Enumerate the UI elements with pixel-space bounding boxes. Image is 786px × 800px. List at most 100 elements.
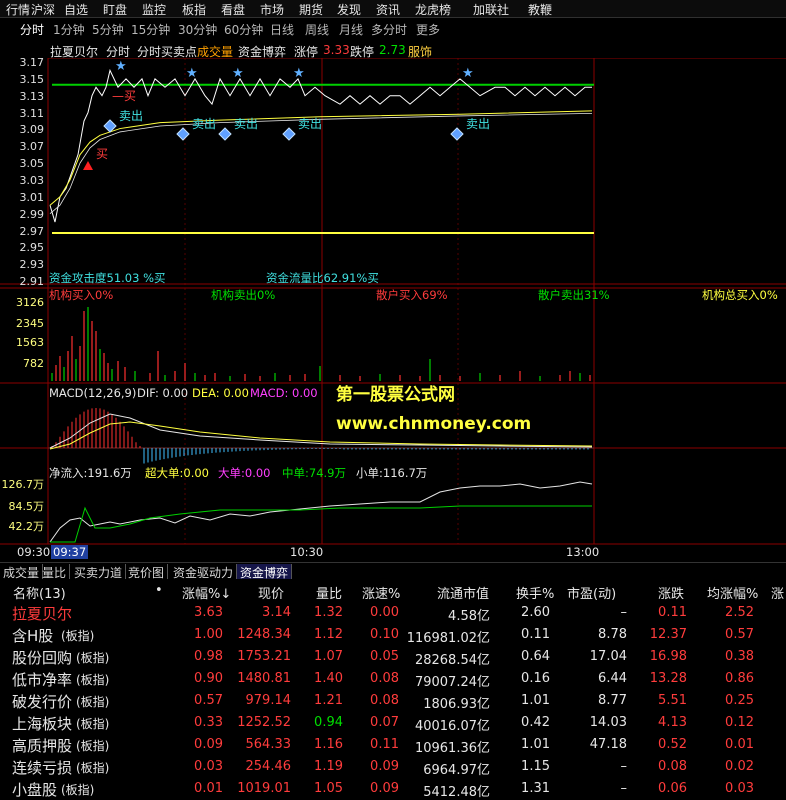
- menu-item-4[interactable]: 监控: [142, 1, 166, 18]
- table-cell-cap: 116981.02亿: [406, 631, 490, 646]
- period-tab-1[interactable]: 1分钟: [53, 21, 85, 38]
- table-cell-turn: 1.31: [521, 781, 550, 796]
- menu-item-0[interactable]: 行情: [6, 1, 30, 18]
- table-cell-turn: 2.60: [521, 605, 550, 620]
- netflow-tick-2: 42.2万: [8, 520, 45, 533]
- price-tick-13: 2.91: [19, 275, 45, 289]
- table-cell-pe: 8.77: [598, 693, 627, 708]
- price-tick-6: 3.05: [19, 157, 45, 171]
- period-tab-9[interactable]: 多分时: [371, 21, 407, 38]
- flow-stat-3: 散户卖出31%: [538, 288, 610, 302]
- table-header-0[interactable]: 名称(13): [13, 583, 66, 602]
- price-tick-12: 2.93: [19, 258, 45, 272]
- indicator-tab-bar: 成交量 量比 买卖力道 竞价图 资金驱动力 资金博弈: [0, 562, 786, 580]
- indicator-tab-0[interactable]: 成交量: [0, 564, 44, 580]
- table-row[interactable]: 拉夏贝尔 3.63 3.14 1.32 0.00 4.58亿 2.60 – 0.11 2.52: [0, 602, 786, 624]
- menu-item-5[interactable]: 板指: [182, 1, 206, 18]
- indicator-tab-1[interactable]: 量比: [39, 564, 71, 580]
- macd-value: MACD: 0.00: [250, 386, 318, 400]
- period-tab-7[interactable]: 周线: [305, 21, 329, 38]
- menu-item-12[interactable]: 加联社: [473, 1, 509, 18]
- table-header-5[interactable]: 涨速%: [362, 583, 400, 602]
- menu-item-8[interactable]: 期货: [299, 1, 323, 18]
- menu-item-1[interactable]: 沪深: [31, 1, 55, 18]
- svg-text:买: 买: [96, 147, 108, 161]
- time-label-start: 09:30: [17, 545, 51, 559]
- table-cell-turn: 0.11: [521, 627, 550, 642]
- time-cursor-label: 09:37: [51, 545, 89, 559]
- table-row[interactable]: 股份回购 (板指) 0.98 1753.21 1.07 0.05 28268.54亿 0.64…: [0, 646, 786, 668]
- netflow-super: 超大单:0.00: [145, 466, 209, 480]
- table-cell-speed: 0.07: [370, 715, 399, 730]
- table-cell-cap: 10961.36亿: [414, 741, 490, 756]
- table-cell-avg: 0.03: [725, 781, 754, 796]
- menu-item-2[interactable]: 自选: [64, 1, 88, 18]
- period-tab-5[interactable]: 60分钟: [224, 21, 263, 38]
- menu-item-7[interactable]: 市场: [260, 1, 284, 18]
- macd-dif: DIF: 0.00: [137, 386, 189, 400]
- price-tick-4: 3.09: [19, 123, 45, 137]
- menu-item-6[interactable]: 看盘: [221, 1, 245, 18]
- sell-star-1: ★: [186, 66, 198, 81]
- table-cell-chg: 0.90: [194, 671, 223, 686]
- table-header-1[interactable]: •: [155, 583, 163, 598]
- table-cell-cap: 40016.07亿: [414, 719, 490, 734]
- table-header-2[interactable]: 涨幅%↓: [182, 583, 231, 602]
- table-row[interactable]: 连续亏损 (板指) 0.03 254.46 1.19 0.09 6964.97亿 1.15 – 0…: [0, 756, 786, 778]
- period-tab-6[interactable]: 日线: [270, 21, 294, 38]
- table-cell-vr: 1.12: [314, 627, 343, 642]
- period-tab-2[interactable]: 5分钟: [92, 21, 124, 38]
- table-cell-chg: 0.98: [194, 649, 223, 664]
- table-cell-chg: 0.09: [194, 737, 223, 752]
- indicator-tab-4[interactable]: 资金驱动力: [170, 564, 238, 580]
- menu-item-11[interactable]: 龙虎榜: [415, 1, 451, 18]
- table-cell-pe: –: [620, 781, 628, 796]
- indicator-tab-2[interactable]: 买卖力道: [71, 564, 127, 580]
- price-tick-3: 3.11: [19, 106, 45, 120]
- period-tab-8[interactable]: 月线: [339, 21, 363, 38]
- buy-signal-1: —买: [112, 89, 136, 103]
- table-cell-speed: 0.00: [370, 605, 399, 620]
- table-cell-diff: 0.52: [658, 737, 687, 752]
- table-row[interactable]: 上海板块 (板指) 0.33 1252.52 0.94 0.07 40016.07亿 0.42…: [0, 712, 786, 734]
- table-header-7[interactable]: 换手%: [516, 583, 554, 602]
- table-header-9[interactable]: 涨跌: [658, 583, 684, 602]
- table-row[interactable]: 低市净率 (板指) 0.90 1480.81 1.40 0.08 79007.24亿 0.16…: [0, 668, 786, 690]
- netflow-mid: 中单:74.9万: [282, 466, 346, 480]
- table-header-8[interactable]: 市盈(动): [567, 583, 616, 602]
- netflow-total: 净流入:191.6万: [49, 466, 132, 480]
- table-cell-pe: 8.78: [598, 627, 627, 642]
- table-cell-speed: 0.09: [370, 781, 399, 796]
- table-header-11[interactable]: 涨: [771, 583, 784, 602]
- table-cell-tag: (板指): [76, 651, 110, 665]
- period-tab-0[interactable]: 分时: [20, 21, 44, 38]
- table-cell-price: 254.46: [245, 759, 292, 774]
- table-cell-avg: 0.12: [725, 715, 754, 730]
- volume-tick-0: 3126: [16, 296, 44, 309]
- menu-item-3[interactable]: 盯盘: [103, 1, 127, 18]
- table-cell-speed: 0.08: [370, 671, 399, 686]
- table-header-6[interactable]: 流通市值: [437, 583, 489, 602]
- period-tab-4[interactable]: 30分钟: [178, 21, 217, 38]
- table-cell-cap: 4.58亿: [448, 609, 490, 624]
- table-row[interactable]: 高质押股 (板指) 0.09 564.33 1.16 0.11 10961.36亿 1.01 4…: [0, 734, 786, 756]
- table-row[interactable]: 小盘股 (板指) 0.01 1019.01 1.05 0.09 5412.48亿 1.31–0…: [0, 778, 786, 800]
- intraday-chart[interactable]: 卖出卖出 卖出 卖出 卖出★ ★ ★ ★ ★买—买: [0, 58, 786, 562]
- table-cell-avg: 0.01: [725, 737, 754, 752]
- table-header-10[interactable]: 均涨幅%: [707, 583, 758, 602]
- table-cell-price: 1753.21: [237, 649, 291, 664]
- period-tab-10[interactable]: 更多: [416, 21, 440, 38]
- netflow-small-line: [49, 481, 593, 543]
- indicator-tab-3[interactable]: 竞价图: [125, 564, 169, 580]
- menu-item-9[interactable]: 发现: [337, 1, 361, 18]
- menu-item-13[interactable]: 教鞭: [528, 1, 552, 18]
- table-row[interactable]: 破发行价 (板指) 0.57 979.14 1.21 0.08 1806.93亿 1.01 8.…: [0, 690, 786, 712]
- period-tab-3[interactable]: 15分钟: [131, 21, 170, 38]
- table-row[interactable]: 含H股 (板指) 1.00 1248.34 1.12 0.10 116981.02亿 0.11…: [0, 624, 786, 646]
- table-header-3[interactable]: 现价: [258, 583, 284, 602]
- table-header-4[interactable]: 量比: [316, 583, 342, 602]
- price-tick-11: 2.95: [19, 241, 45, 255]
- table-cell-price: 1248.34: [237, 627, 291, 642]
- indicator-tab-5[interactable]: 资金博弈: [237, 564, 293, 580]
- menu-item-10[interactable]: 资讯: [376, 1, 400, 18]
